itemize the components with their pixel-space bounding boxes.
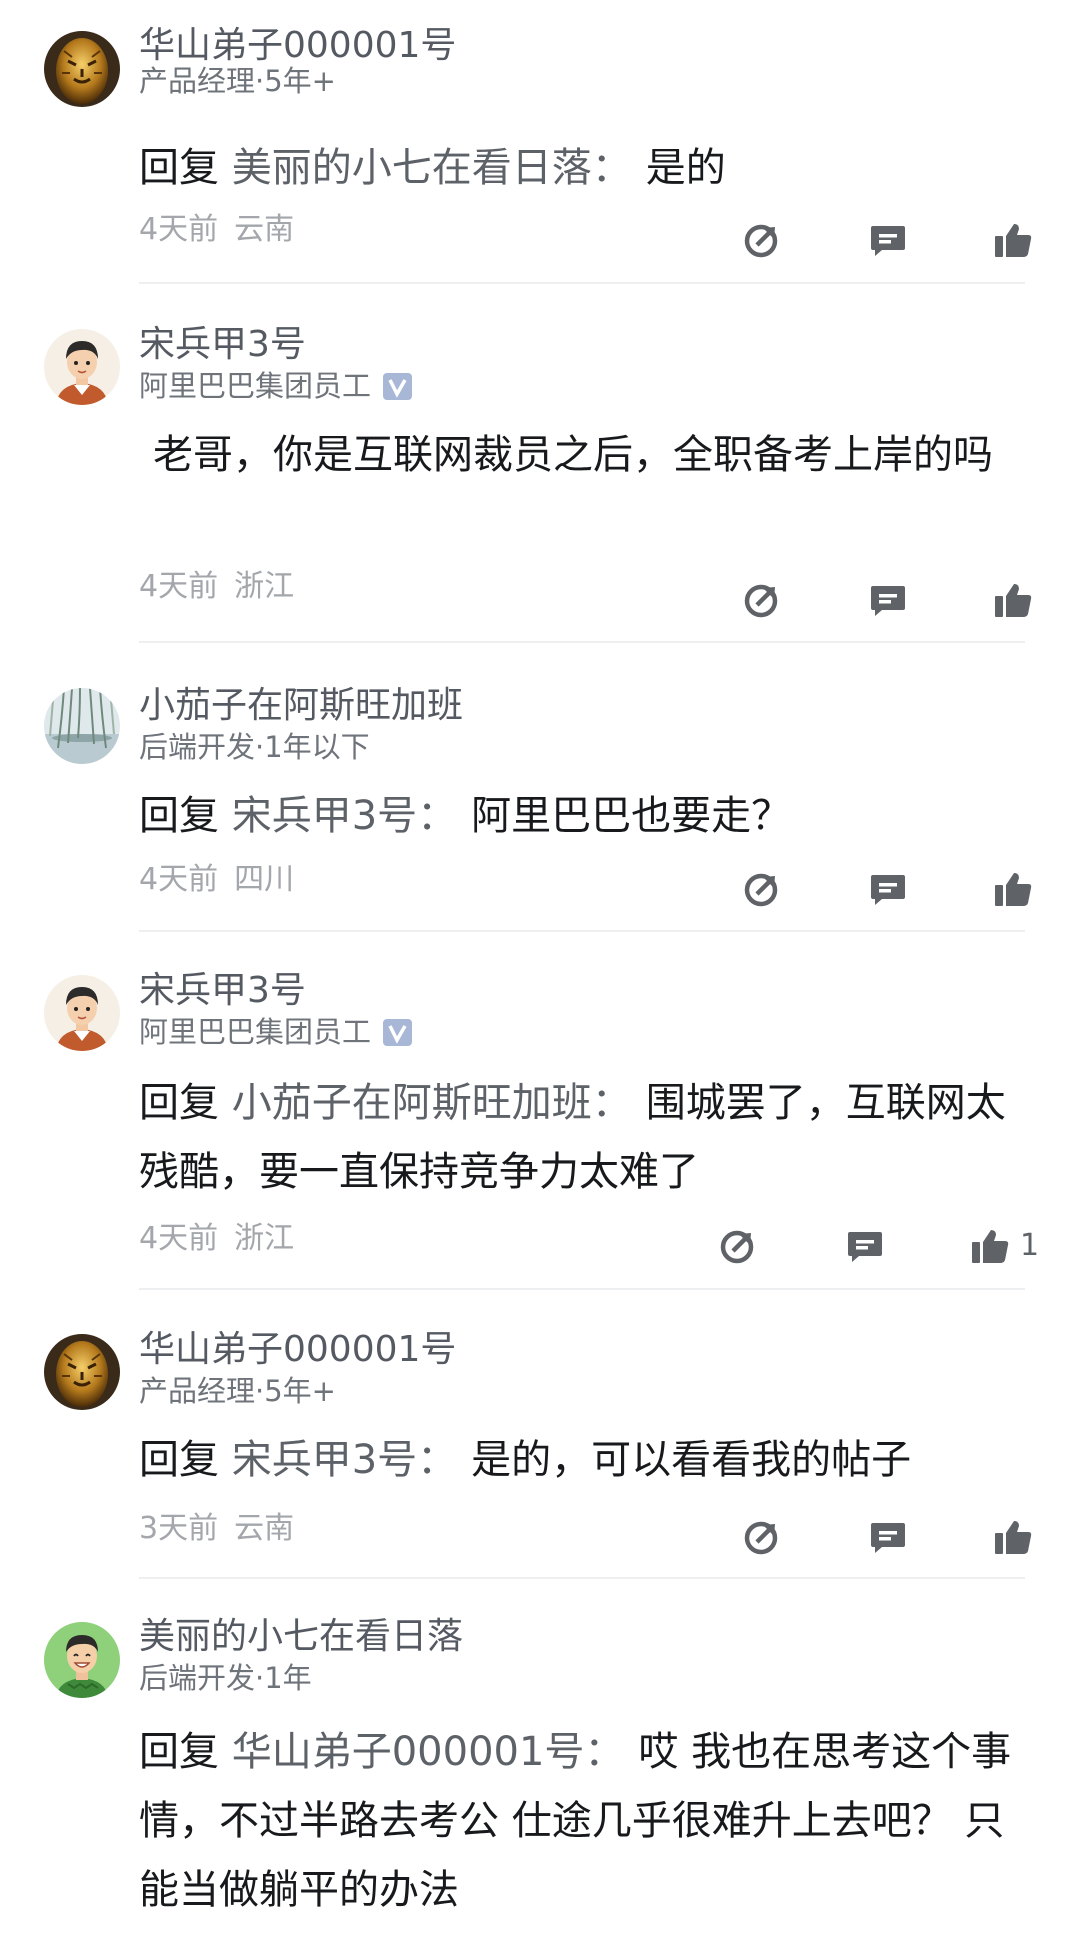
comment-body: 老哥，你是互联网裁员之后，全职备考上岸的吗 [139, 421, 1034, 490]
comment-meta: 3天前 云南 [139, 1512, 294, 1546]
comment-body: 回复 宋兵甲3号： 是的，可以看看我的帖子 [139, 1426, 1034, 1495]
like-icon[interactable] [993, 580, 1033, 620]
comment-location: 云南 [234, 1511, 295, 1546]
reply-target[interactable]: 华山弟子000001号 [232, 1729, 585, 1775]
comment-time: 4天前 [139, 569, 219, 604]
comment-body: 回复 华山弟子000001号：哎 我也在思考这个事情，不过半路去考公 仕途几乎很… [139, 1718, 1034, 1925]
user-title-text: 后端开发·1年以下 [139, 730, 370, 764]
cartoon-boy-avatar-icon[interactable] [44, 329, 120, 405]
user-title: 产品经理·5年+ [139, 64, 336, 98]
comment-text: 是的，可以看看我的帖子 [471, 1437, 912, 1483]
share-icon[interactable] [718, 1226, 758, 1266]
comment-body: 回复 美丽的小七在看日落： 是的 [139, 134, 1034, 203]
reply-colon: ： [584, 1729, 625, 1775]
comment-divider [139, 282, 1025, 284]
reply-colon: ： [417, 793, 458, 839]
comment-meta: 4天前 四川 [139, 863, 294, 897]
verified-v-icon [383, 1018, 413, 1046]
golden-tiger-avatar-icon[interactable] [44, 31, 120, 107]
user-title-text: 后端开发·1年 [139, 1661, 312, 1695]
golden-tiger-avatar-icon[interactable] [44, 1334, 120, 1410]
comment-icon[interactable] [868, 220, 908, 260]
comment-icon[interactable] [868, 869, 908, 909]
like-icon[interactable] [993, 220, 1033, 260]
user-title: 后端开发·1年 [139, 1661, 312, 1695]
user-title: 产品经理·5年+ [139, 1374, 336, 1408]
user-title-text: 阿里巴巴集团员工 [139, 1015, 372, 1049]
comment-time: 4天前 [139, 1221, 219, 1256]
reply-prefix: 回复 [139, 145, 219, 191]
reply-prefix: 回复 [139, 1437, 219, 1483]
user-title: 阿里巴巴集团员工 [139, 369, 413, 403]
username[interactable]: 华山弟子000001号 [139, 1330, 456, 1370]
user-title: 阿里巴巴集团员工 [139, 1015, 413, 1049]
comment-divider [139, 1577, 1025, 1579]
reply-target[interactable]: 宋兵甲3号 [232, 793, 417, 839]
comment-text: 阿里巴巴也要走？ [471, 793, 792, 839]
comment-location: 浙江 [234, 1221, 295, 1256]
share-icon[interactable] [742, 1517, 782, 1557]
reply-colon: ： [591, 1080, 632, 1126]
share-icon[interactable] [742, 220, 782, 260]
username[interactable]: 宋兵甲3号 [139, 971, 306, 1011]
comment-meta: 4天前 云南 [139, 213, 294, 247]
comment-location: 四川 [234, 862, 295, 897]
username[interactable]: 美丽的小七在看日落 [139, 1617, 463, 1657]
share-icon[interactable] [742, 869, 782, 909]
like-count: 1 [1020, 1228, 1040, 1263]
user-title-text: 阿里巴巴集团员工 [139, 369, 372, 403]
reply-prefix: 回复 [139, 1729, 219, 1775]
username[interactable]: 华山弟子000001号 [139, 26, 456, 66]
comment-text: 老哥，你是互联网裁员之后，全职备考上岸的吗 [153, 432, 993, 478]
username[interactable]: 宋兵甲3号 [139, 325, 306, 365]
comment-location: 浙江 [234, 569, 295, 604]
comment-time: 3天前 [139, 1511, 219, 1546]
comment-time: 4天前 [139, 212, 219, 247]
like-icon[interactable] [993, 869, 1033, 909]
user-title-text: 产品经理·5年+ [139, 1374, 336, 1408]
like-icon[interactable] [993, 1517, 1033, 1557]
reply-target[interactable]: 小茄子在阿斯旺加班 [232, 1080, 592, 1126]
comment-time: 4天前 [139, 862, 219, 897]
like-icon[interactable] [970, 1226, 1010, 1266]
cartoon-boy-avatar-icon[interactable] [44, 975, 120, 1051]
share-icon[interactable] [742, 580, 782, 620]
reply-colon: ： [591, 145, 632, 191]
comment-icon[interactable] [845, 1226, 885, 1266]
reply-target[interactable]: 宋兵甲3号 [232, 1437, 417, 1483]
comment-meta: 4天前 浙江 [139, 570, 294, 604]
comment-body: 回复 小茄子在阿斯旺加班： 围城罢了，互联网太残酷，要一直保持竞争力太难了 [139, 1069, 1034, 1207]
reply-colon: ： [417, 1437, 458, 1483]
willow-landscape-avatar-icon[interactable] [44, 688, 120, 764]
verified-v-icon [383, 372, 413, 400]
username[interactable]: 小茄子在阿斯旺加班 [139, 686, 463, 726]
reply-prefix: 回复 [139, 793, 219, 839]
comment-icon[interactable] [868, 1517, 908, 1557]
user-title: 后端开发·1年以下 [139, 730, 370, 764]
comment-body: 回复 宋兵甲3号： 阿里巴巴也要走？ [139, 782, 1034, 851]
smiling-man-avatar-icon[interactable] [44, 1622, 120, 1698]
comment-feed: 华山弟子000001号 产品经理·5年+ 回复 美丽的小七在看日落： 是的 4天前… [0, 0, 1080, 1960]
reply-target[interactable]: 美丽的小七在看日落 [232, 145, 592, 191]
comment-meta: 4天前 浙江 [139, 1222, 294, 1256]
user-title-text: 产品经理·5年+ [139, 64, 336, 98]
comment-divider [139, 930, 1025, 932]
comment-text: 是的 [645, 145, 726, 191]
comment-location: 云南 [234, 212, 295, 247]
reply-prefix: 回复 [139, 1080, 219, 1126]
comment-divider [139, 1288, 1025, 1290]
comment-icon[interactable] [868, 580, 908, 620]
comment-divider [139, 641, 1025, 643]
